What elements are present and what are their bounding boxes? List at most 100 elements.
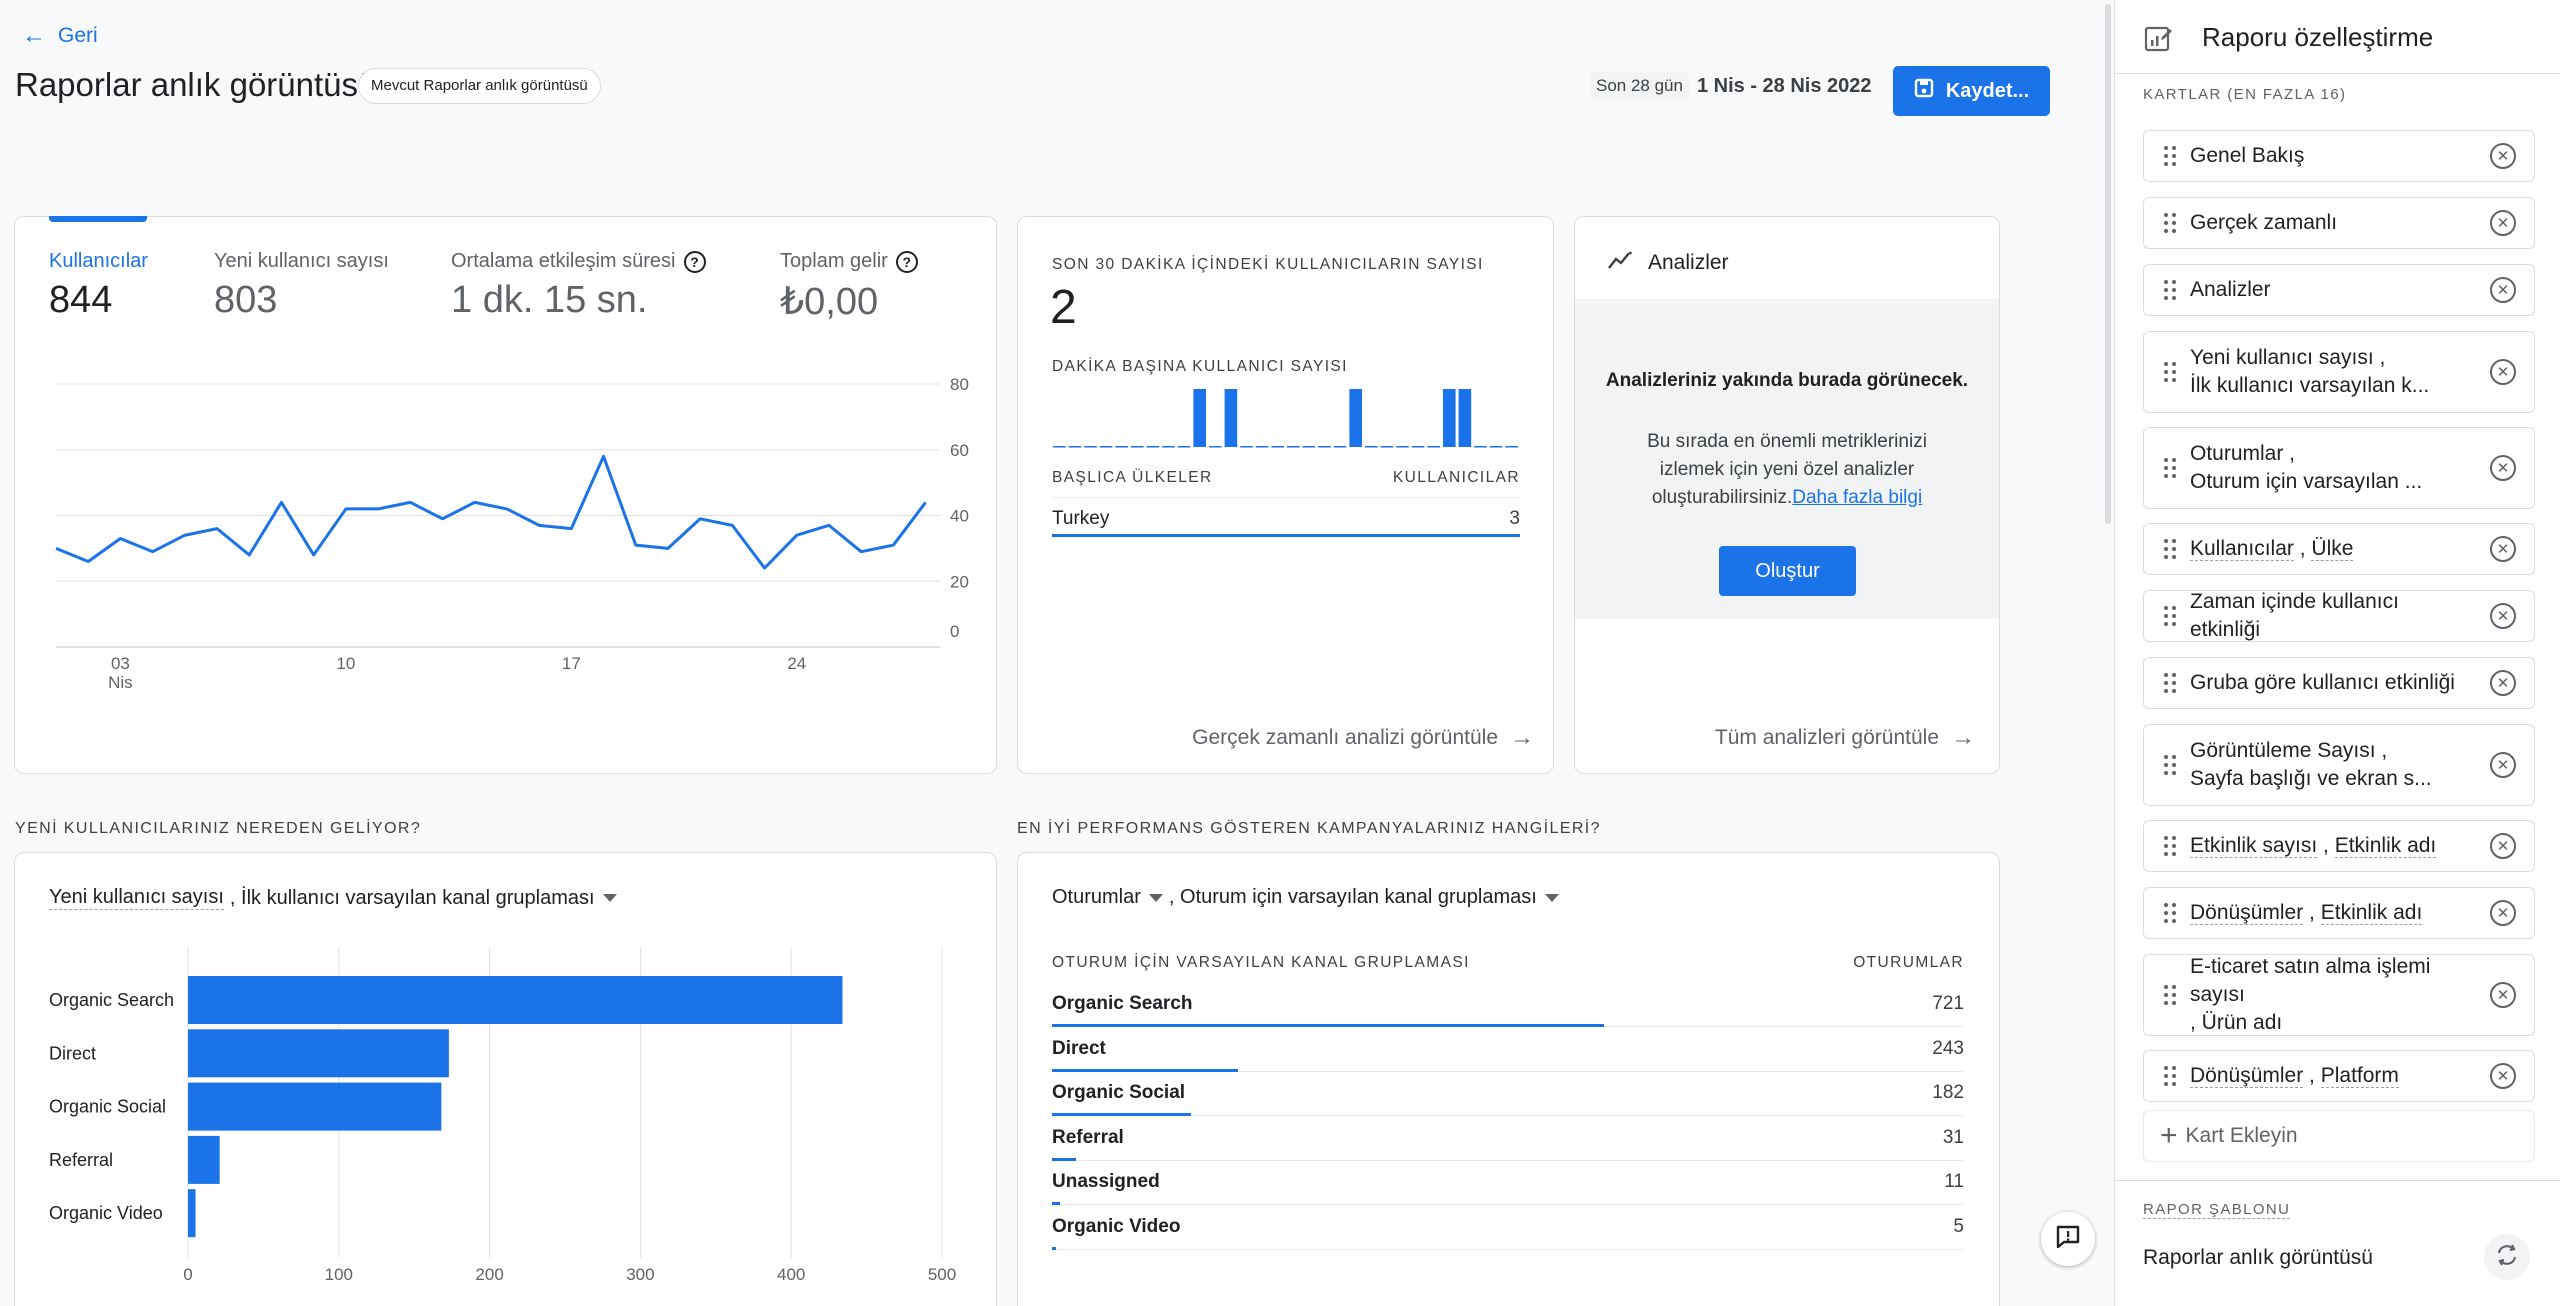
remove-card-icon[interactable]: ✕ [2490,670,2516,696]
remove-card-icon[interactable]: ✕ [2490,982,2516,1008]
session-bar [1052,1024,1604,1027]
remove-card-icon[interactable]: ✕ [2490,359,2516,385]
add-card-button[interactable]: + Kart Ekleyin [2143,1110,2535,1162]
minute-bar-empty [1209,446,1222,448]
card-item[interactable]: Etkinlik sayısı , Etkinlik adı ✕ [2143,820,2535,872]
feedback-button[interactable] [2041,1212,2095,1266]
table-row: Direct 243 [1052,1028,1964,1072]
card-item-label: Analizler [2190,276,2474,304]
card-item[interactable]: Görüntüleme Sayısı , Sayfa başlığı ve ekr… [2143,724,2535,806]
card-item[interactable]: Kullanıcılar , Ülke ✕ [2143,523,2535,575]
card-item[interactable]: Genel Bakış ✕ [2143,130,2535,182]
users-header: KULLANICILAR [1392,469,1520,486]
page-title: Raporlar anlık görüntüsü [15,66,377,103]
y-tick-label: 0 [950,622,959,641]
metric-value: 803 [214,279,278,321]
col-dimension: OTURUM İÇİN VARSAYILAN KANAL GRUPLAMASI [1052,954,1470,971]
drag-handle-icon[interactable] [2164,280,2176,300]
insights-link[interactable]: Tüm analizleri görüntüle → [1715,724,1975,752]
minute-bar-empty [1489,446,1503,448]
metric-select[interactable]: Yeni kullanıcı sayısı [49,886,224,910]
session-bar [1052,1247,1056,1250]
card-item-part: Etkinlik adı [2320,901,2423,925]
help-icon[interactable]: ? [895,250,918,273]
metric-tab-new-users[interactable]: Yeni kullanıcı sayısı 803 [214,250,389,322]
remove-card-icon[interactable]: ✕ [2490,603,2516,629]
remove-card-icon[interactable]: ✕ [2490,536,2516,562]
remove-card-icon[interactable]: ✕ [2490,833,2516,859]
new-users-heading: YENİ KULLANICILARINIZ NEREDEN GELİYOR? [15,820,422,837]
metric-select[interactable]: Oturumlar [1052,886,1141,909]
date-range-picker[interactable]: Son 28 gün 1 Nis - 28 Nis 2022 [1590,72,1872,100]
insights-heading: Analizleriniz yakında burada görünecek. [1605,370,1969,391]
drag-handle-icon[interactable] [2164,755,2176,775]
drag-handle-icon[interactable] [2164,213,2176,233]
remove-card-icon[interactable]: ✕ [2490,143,2516,169]
card-item-label: Gerçek zamanlı [2190,209,2474,237]
back-link[interactable]: ← Geri [22,24,98,48]
metric-tab-engagement[interactable]: Ortalama etkileşim süresi ? 1 dk. 15 sn. [451,250,706,322]
remove-card-icon[interactable]: ✕ [2490,900,2516,926]
card-item[interactable]: Gerçek zamanlı ✕ [2143,197,2535,249]
drag-handle-icon[interactable] [2164,903,2176,923]
drag-handle-icon[interactable] [2164,458,2176,478]
remove-card-icon[interactable]: ✕ [2490,210,2516,236]
x-tick-label: 0 [183,1265,192,1284]
remove-card-icon[interactable]: ✕ [2490,277,2516,303]
back-label: Geri [58,24,98,47]
change-template-button[interactable] [2484,1234,2530,1280]
insights-icon [1608,250,1634,275]
channel-name: Organic Social [1052,1082,1186,1104]
metric-tab-revenue[interactable]: Toplam gelir ? ₺0,00 [780,250,918,324]
drag-handle-icon[interactable] [2164,1066,2176,1086]
help-icon[interactable]: ? [683,250,706,273]
chevron-down-icon[interactable] [1544,893,1559,902]
save-button[interactable]: Kaydet... [1893,66,2050,116]
metric-label: Toplam gelir [780,250,888,272]
drag-handle-icon[interactable] [2164,673,2176,693]
insights-link-label: Tüm analizleri görüntüle [1714,726,1939,749]
users-line-chart: 0 20 40 60 80 03Nis 10 17 24 [55,375,969,692]
card-item[interactable]: Yeni kullanıcı sayısı , İlk kullanıcı var… [2143,331,2535,413]
metric-tab-users[interactable]: Kullanıcılar 844 [49,250,148,322]
card-item[interactable]: Oturumlar , Oturum için varsayılan ... ✕ [2143,427,2535,509]
chevron-down-icon[interactable] [602,894,617,902]
drag-handle-icon[interactable] [2164,836,2176,856]
remove-card-icon[interactable]: ✕ [2490,752,2516,778]
remove-card-icon[interactable]: ✕ [2490,1063,2516,1089]
session-count: 243 [1932,1037,1964,1059]
create-insight-button[interactable]: Oluştur [1719,546,1856,596]
card-item-part: Etkinlik adı [2334,834,2437,858]
drag-handle-icon[interactable] [2164,146,2176,166]
minute-bar-empty [1146,446,1160,448]
date-range-label: Son 28 gün [1590,72,1689,100]
card-item[interactable]: E-ticaret satın alma işlemi sayısı , Ürün… [2143,954,2535,1036]
minute-bar [1349,389,1362,447]
x-tick-label: 300 [626,1265,654,1284]
dimension-select[interactable]: , Oturum için varsayılan kanal gruplamas… [1169,886,1537,909]
realtime-link[interactable]: Gerçek zamanlı analizi görüntüle → [1192,724,1534,752]
y-tick-label: 60 [950,441,969,460]
drag-handle-icon[interactable] [2164,606,2176,626]
channel-name: Unassigned [1052,1171,1160,1193]
arrow-back-icon: ← [22,22,46,49]
drag-handle-icon[interactable] [2164,539,2176,559]
card-item-part: Genel Bakış [2190,144,2305,167]
card-item[interactable]: Analizler ✕ [2143,264,2535,316]
drag-handle-icon[interactable] [2164,362,2176,382]
scrollbar-thumb[interactable] [2105,4,2111,524]
date-range-value: 1 Nis - 28 Nis 2022 [1696,74,1872,97]
insights-description: Bu sırada en önemli metriklerinizi izlem… [1630,428,1944,512]
panel-divider [2114,1180,2560,1181]
card-item[interactable]: Dönüşümler , Etkinlik adı ✕ [2143,887,2535,939]
countries-header: BAŞLICA ÜLKELER [1052,469,1213,486]
card-item-line: Görüntüleme Sayısı , [2190,739,2388,762]
card-item[interactable]: Dönüşümler , Platform ✕ [2143,1050,2535,1102]
drag-handle-icon[interactable] [2164,985,2176,1005]
card-item[interactable]: Gruba göre kullanıcı etkinliği ✕ [2143,657,2535,709]
card-item[interactable]: Zaman içinde kullanıcı etkinliği ✕ [2143,590,2535,642]
dimension-select[interactable]: , İlk kullanıcı varsayılan kanal gruplam… [230,887,595,910]
learn-more-link[interactable]: Daha fazla bilgi [1792,487,1922,508]
chevron-down-icon[interactable] [1148,893,1163,902]
remove-card-icon[interactable]: ✕ [2490,455,2516,481]
